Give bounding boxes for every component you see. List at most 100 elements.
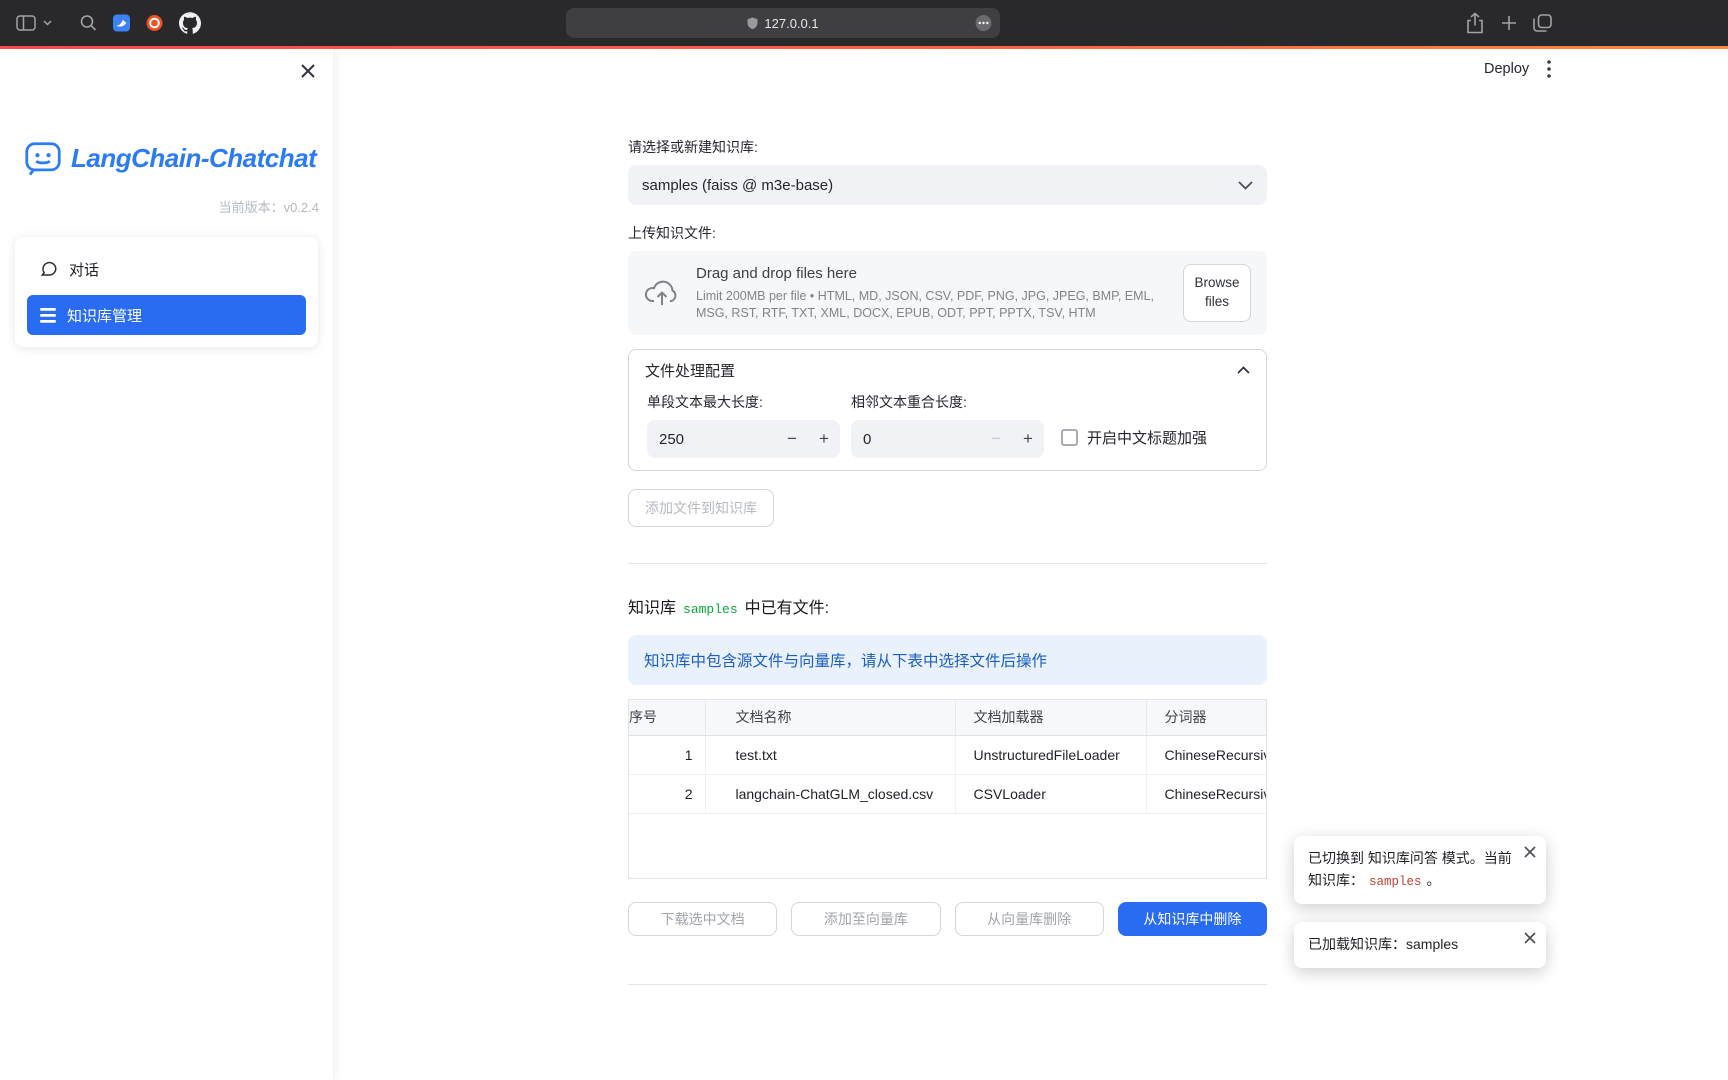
increment-button[interactable]: + — [808, 429, 840, 449]
file-uploader-dropzone[interactable]: Drag and drop files here Limit 200MB per… — [628, 251, 1267, 335]
uploader-title: Drag and drop files here — [696, 265, 1182, 282]
col-header-loader[interactable]: 文档加载器 — [955, 700, 1146, 735]
stack-icon — [40, 308, 56, 323]
existing-files-prefix: 知识库 — [628, 600, 676, 617]
version-text: 当前版本：v0.2.4 — [219, 197, 319, 216]
app-logo: LangChain-Chatchat — [24, 139, 316, 177]
action-buttons-row: 下载选中文档 添加至向量库 从向量库删除 从知识库中删除 — [628, 902, 1267, 936]
checkbox-icon — [1061, 429, 1078, 446]
existing-files-heading: 知识库 samples 中已有文件: — [628, 594, 1267, 618]
toast-text: 。 — [1427, 872, 1441, 888]
toast-text: 已加载知识库：samples — [1308, 936, 1458, 952]
cell-loader[interactable]: UnstructuredFileLoader — [955, 735, 1146, 774]
sidebar-item-label: 知识库管理 — [67, 305, 142, 326]
kebab-menu-icon[interactable] — [1547, 60, 1551, 78]
url-text: 127.0.0.1 — [764, 16, 818, 31]
cell-splitter[interactable]: ChineseRecursiveT — [1146, 774, 1267, 813]
kb-select-label: 请选择或新建知识库: — [628, 137, 1267, 157]
sidebar-item-knowledge-base[interactable]: 知识库管理 — [27, 295, 306, 335]
max-length-value[interactable]: 250 — [647, 431, 776, 448]
divider — [628, 984, 1267, 985]
add-to-vector-store-button[interactable]: 添加至向量库 — [791, 902, 940, 936]
streamlit-header: Deploy — [1484, 60, 1551, 78]
zh-title-checkbox-row[interactable]: 开启中文标题加强 — [1061, 427, 1207, 448]
uploader-text: Drag and drop files here Limit 200MB per… — [696, 265, 1182, 322]
cell-filename[interactable]: langchain-ChatGLM_closed.csv — [705, 774, 955, 813]
expander-body: 单段文本最大长度: 250 − + 相邻文本重合长度: 0 − + — [629, 390, 1266, 470]
sidebar-menu: 对话 知识库管理 — [15, 237, 318, 347]
overlap-field: 相邻文本重合长度: 0 − + — [851, 392, 1044, 458]
logo-chat-icon — [24, 139, 62, 177]
expander-title: 文件处理配置 — [645, 360, 735, 381]
overlap-value[interactable]: 0 — [851, 431, 980, 448]
cell-index[interactable]: 1 — [629, 735, 705, 774]
address-bar[interactable]: 127.0.0.1 — [566, 8, 1000, 38]
cell-index[interactable]: 2 — [629, 774, 705, 813]
pinned-site-icon-orange[interactable] — [146, 15, 163, 32]
share-icon[interactable] — [1466, 13, 1484, 34]
files-dataframe[interactable]: 序号 文档名称 文档加载器 分词器 1 test.txt Unstructure… — [628, 699, 1267, 879]
toast-mode-switched: 已切换到 知识库问答 模式。当前知识库：samples。 — [1294, 836, 1546, 904]
page-settings-icon[interactable] — [975, 15, 992, 32]
chevron-down-icon — [1238, 181, 1253, 190]
browser-chrome: 127.0.0.1 — [0, 0, 1728, 46]
max-length-label: 单段文本最大长度: — [647, 392, 840, 412]
col-header-splitter[interactable]: 分词器 — [1146, 700, 1267, 735]
chat-bubble-icon — [40, 260, 58, 278]
deploy-button[interactable]: Deploy — [1484, 61, 1529, 77]
toast-container: 已切换到 知识库问答 模式。当前知识库：samples。 已加载知识库：samp… — [1294, 836, 1546, 968]
uploader-limit-text: Limit 200MB per file • HTML, MD, JSON, C… — [696, 288, 1182, 322]
sidebar-close-icon[interactable] — [299, 62, 319, 82]
max-length-stepper: 250 − + — [647, 420, 840, 458]
table-row: 1 test.txt UnstructuredFileLoader Chines… — [629, 735, 1267, 774]
delete-from-kb-button[interactable]: 从知识库中删除 — [1118, 902, 1267, 936]
cell-filename[interactable]: test.txt — [705, 735, 955, 774]
shield-icon — [747, 17, 758, 30]
close-icon[interactable] — [1524, 846, 1536, 858]
kb-selectbox[interactable]: samples (faiss @ m3e-base) — [628, 165, 1267, 205]
toast-kb-code: samples — [1369, 875, 1422, 889]
cloud-upload-icon — [644, 279, 680, 307]
main-content: 请选择或新建知识库: samples (faiss @ m3e-base) 上传… — [628, 49, 1267, 985]
sidebar-toggle-icon[interactable] — [16, 15, 36, 31]
tab-overview-icon[interactable] — [1533, 14, 1552, 32]
expander-header[interactable]: 文件处理配置 — [629, 350, 1266, 390]
file-config-expander: 文件处理配置 单段文本最大长度: 250 − + 相邻文本重合长度: — [628, 349, 1267, 471]
cell-loader[interactable]: CSVLoader — [955, 774, 1146, 813]
overlap-stepper: 0 − + — [851, 420, 1044, 458]
chevron-down-icon[interactable] — [43, 20, 52, 26]
decrement-button[interactable]: − — [776, 429, 808, 449]
browse-files-button[interactable]: Browse files — [1183, 264, 1251, 322]
existing-files-suffix: 中已有文件: — [745, 600, 829, 617]
search-icon[interactable] — [80, 15, 97, 32]
toast-kb-loaded: 已加载知识库：samples — [1294, 922, 1546, 968]
table-row: 2 langchain-ChatGLM_closed.csv CSVLoader… — [629, 774, 1267, 813]
decrement-button[interactable]: − — [980, 429, 1012, 449]
sidebar-item-dialogue[interactable]: 对话 — [27, 249, 306, 289]
delete-from-vector-store-button[interactable]: 从向量库删除 — [955, 902, 1104, 936]
sidebar-item-label: 对话 — [69, 259, 99, 280]
max-length-field: 单段文本最大长度: 250 − + — [647, 392, 840, 458]
upload-label: 上传知识文件: — [628, 223, 1267, 243]
table-header-row: 序号 文档名称 文档加载器 分词器 — [629, 700, 1267, 735]
chevron-up-icon — [1237, 366, 1250, 374]
sidebar: LangChain-Chatchat 当前版本：v0.2.4 对话 知识库管理 — [0, 49, 333, 1080]
col-header-index[interactable]: 序号 — [629, 700, 705, 735]
increment-button[interactable]: + — [1012, 429, 1044, 449]
new-tab-icon[interactable] — [1501, 15, 1517, 31]
files-table: 序号 文档名称 文档加载器 分词器 1 test.txt Unstructure… — [629, 700, 1267, 814]
divider — [628, 563, 1267, 564]
pinned-site-icon-blue[interactable] — [113, 15, 130, 32]
overlap-label: 相邻文本重合长度: — [851, 392, 1044, 412]
add-files-to-kb-button[interactable]: 添加文件到知识库 — [628, 489, 774, 527]
info-message: 知识库中包含源文件与向量库，请从下表中选择文件后操作 — [628, 635, 1267, 685]
zh-title-checkbox-label: 开启中文标题加强 — [1087, 427, 1207, 448]
col-header-filename[interactable]: 文档名称 — [705, 700, 955, 735]
download-selected-button[interactable]: 下载选中文档 — [628, 902, 777, 936]
github-icon[interactable] — [179, 12, 201, 34]
kb-name-code: samples — [683, 602, 738, 617]
logo-text: LangChain-Chatchat — [71, 143, 316, 174]
cell-splitter[interactable]: ChineseRecursiveT — [1146, 735, 1267, 774]
kb-selected-value: samples (faiss @ m3e-base) — [642, 177, 833, 194]
close-icon[interactable] — [1524, 932, 1536, 944]
